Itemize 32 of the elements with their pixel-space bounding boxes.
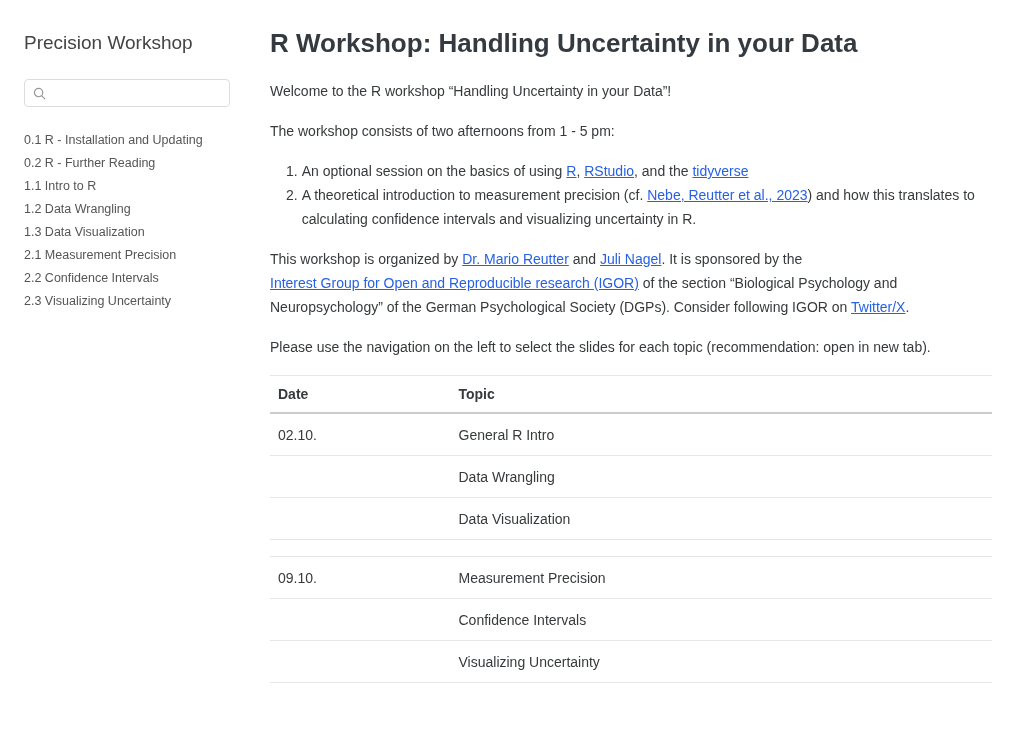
topic-cell: Confidence Intervals (450, 598, 992, 641)
page-title: R Workshop: Handling Uncertainty in your Data (270, 28, 859, 59)
paragraph: The workshop consists of two afternoons from 1 - 5 pm: (270, 122, 616, 141)
list-item: 2. A theoretical introduction to measurement precision (cf. Nebe, Reutter et al., 2023) and how this translates to calculating confidence intervals and visualizing uncertainty in R. (286, 186, 976, 229)
topic-cell: General R Intro (450, 413, 992, 456)
nav-link[interactable]: 2.1 Measurement Precision (24, 244, 230, 267)
topic-cell: Measurement Precision (450, 556, 992, 599)
text-link[interactable]: Nebe, Reutter et al., 2023 (647, 187, 808, 203)
nav-link[interactable]: 0.2 R - Further Reading (24, 152, 230, 175)
site-title[interactable]: Precision Workshop (24, 32, 230, 54)
nav-link[interactable]: 1.2 Data Wrangling (24, 198, 230, 221)
nav-link[interactable]: 2.2 Confidence Intervals (24, 267, 230, 290)
nav-link[interactable]: 2.3 Visualizing Uncertainty (24, 290, 230, 313)
nav-link[interactable]: 1.1 Intro to R (24, 175, 230, 198)
text-link[interactable]: Dr. Mario Reutter (462, 251, 569, 267)
nav-link[interactable]: 1.3 Data Visualization (24, 221, 230, 244)
date-cell: 09.10. (270, 556, 451, 599)
topic-cell: Visualizing Uncertainty (450, 640, 992, 683)
date-cell: 02.10. (270, 413, 451, 456)
text-link[interactable]: Interest Group for Open and Reproducible research (IGOR) (270, 275, 639, 291)
column-header: Date (270, 375, 451, 413)
topic-cell: Data Wrangling (450, 455, 992, 498)
topic-cell: Data Visualization (450, 497, 992, 540)
search-field[interactable] (24, 79, 230, 107)
column-header: Topic (450, 375, 992, 413)
nav-link[interactable]: 0.1 R - Installation and Updating (24, 129, 230, 152)
text-link[interactable]: tidyverse (692, 163, 749, 179)
list-item: 1. An optional session on the basics of using R, RStudio, and the tidyverse (286, 162, 750, 181)
paragraph: Welcome to the R workshop “Handling Uncertainty in your Data”! (270, 82, 673, 101)
paragraph: This workshop is organized by Dr. Mario Reutter and Juli Nagel. It is sponsored by the Interest Group for Open and Reproducible research (IGOR) of the section “Biological Psychology and Neuropsychology” of the German Psychological Society (DGPs). Consider following IGOR on Twitter/X. (270, 250, 911, 317)
paragraph: Please use the navigation on the left to select the slides for each topic (recommendation: open in new tab). (270, 338, 932, 357)
search-icon (33, 86, 46, 100)
